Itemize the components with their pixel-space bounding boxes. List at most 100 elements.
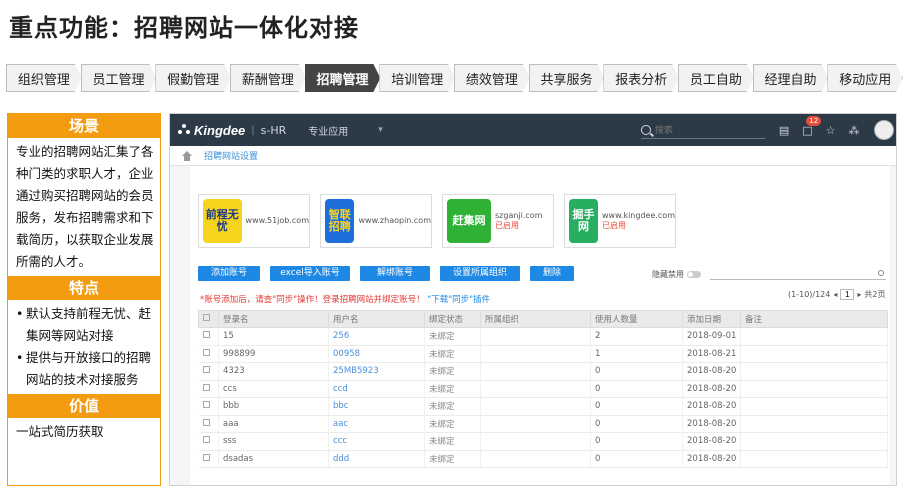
tab-module[interactable]: 假勤管理 [155, 64, 231, 92]
cell-date: 2018-08-20 [682, 397, 741, 416]
site-meta: szganji.com 已启用 [495, 211, 543, 231]
feature-item: 默认支持前程无忧、赶集网等网站对接 [16, 303, 154, 347]
recruit-site-card[interactable]: 智联招聘 www.zhaopin.com [320, 194, 432, 248]
row-select[interactable] [198, 345, 219, 363]
cell-user[interactable]: 25MB5923 [328, 362, 425, 381]
tab-module[interactable]: 经理自助 [753, 64, 829, 92]
kingdee-logo[interactable]: Kingdee | s-HR [178, 123, 286, 138]
site-logo: 前程无忧 [203, 199, 242, 243]
tab-module[interactable]: 员工自助 [678, 64, 754, 92]
cell-user[interactable]: ccd [328, 380, 425, 398]
cell-remark [740, 345, 888, 363]
col-login[interactable]: 登录名 [218, 310, 329, 328]
breadcrumb-item[interactable]: 招聘网站设置 [204, 149, 258, 162]
excel-import-button[interactable]: excel导入账号 [270, 266, 350, 281]
page-number-input[interactable] [840, 289, 855, 300]
table-row[interactable]: 998899 00958 未绑定 1 2018-08-21 [198, 345, 888, 363]
avatar[interactable] [873, 120, 894, 140]
recruit-site-card[interactable]: 前程无忧 www.51job.com [198, 194, 310, 248]
select-all-header[interactable] [198, 310, 219, 328]
app-screenshot: Kingdee | s-HR 专业应用 ▾ ▤ □12 ☆ ⁂ 招聘网站设置 前… [169, 113, 897, 486]
tab-module[interactable]: 员工管理 [81, 64, 157, 92]
grid-icon[interactable]: ▤ [779, 124, 789, 137]
table-row[interactable]: aaa aac 未绑定 0 2018-08-20 [198, 415, 888, 433]
cell-user[interactable]: 00958 [328, 345, 425, 363]
recruit-site-card[interactable]: 赶集网 szganji.com 已启用 [442, 194, 554, 248]
unbind-account-button[interactable]: 解绑账号 [360, 266, 430, 281]
cell-remark [740, 450, 888, 468]
tab-module[interactable]: 报表分析 [603, 64, 679, 92]
select-all-checkbox[interactable] [203, 314, 210, 321]
bell-icon[interactable]: □ 12 [802, 115, 822, 137]
tab-module[interactable]: 培训管理 [379, 64, 455, 92]
prev-page-icon[interactable]: ◂ [833, 290, 837, 299]
table-row[interactable]: bbb bbc 未绑定 0 2018-08-20 [198, 397, 888, 416]
col-org[interactable]: 所属组织 [480, 310, 591, 328]
tab-module[interactable]: 薪酬管理 [230, 64, 306, 92]
col-status[interactable]: 绑定状态 [424, 310, 481, 328]
page-title: 重点功能：招聘网站一体化对接 [9, 14, 359, 42]
search-input[interactable] [654, 124, 755, 135]
hide-disabled-toggle[interactable]: 隐藏禁用 [652, 269, 701, 280]
table-row[interactable]: dsadas ddd 未绑定 0 2018-08-20 [198, 450, 888, 468]
row-select[interactable] [198, 327, 219, 346]
app-menu[interactable]: 专业应用 [308, 123, 348, 138]
table-row[interactable]: ccs ccd 未绑定 0 2018-08-20 [198, 380, 888, 398]
apps-icon[interactable]: ⁂ [849, 124, 860, 137]
row-checkbox[interactable] [202, 453, 210, 461]
cell-date: 2018-09-01 [682, 327, 741, 346]
recruit-site-card[interactable]: 掘手网 www.kingdee.com 已启用 [564, 194, 676, 248]
next-page-icon[interactable]: ▸ [857, 290, 861, 299]
col-date[interactable]: 添加日期 [682, 310, 741, 328]
col-remark[interactable]: 备注 [740, 310, 888, 328]
cell-status: 未绑定 [424, 380, 481, 398]
cell-count: 1 [590, 345, 683, 363]
row-checkbox[interactable] [202, 418, 210, 426]
cell-user[interactable]: bbc [328, 397, 425, 416]
toggle-switch[interactable] [687, 271, 701, 278]
feature-list: 默认支持前程无忧、赶集网等网站对接 提供与开放接口的招聘网站的技术对接服务 [16, 303, 154, 391]
tab-module[interactable]: 招聘管理 [305, 64, 381, 92]
search-icon[interactable] [878, 270, 884, 276]
row-checkbox[interactable] [202, 401, 210, 409]
page-total: 共2页 [864, 290, 886, 299]
download-plugin-link[interactable]: "下载"同步"插件 [427, 295, 490, 305]
cell-user[interactable]: aac [328, 415, 425, 433]
cell-user[interactable]: ddd [328, 450, 425, 468]
cell-status: 未绑定 [424, 415, 481, 433]
row-select[interactable] [198, 362, 219, 381]
home-icon[interactable] [182, 150, 192, 161]
cell-user[interactable]: 256 [328, 327, 425, 346]
row-select[interactable] [198, 415, 219, 433]
row-select[interactable] [198, 397, 219, 416]
row-select[interactable] [198, 450, 219, 468]
row-checkbox[interactable] [202, 348, 210, 356]
cell-status: 未绑定 [424, 397, 481, 416]
tab-module[interactable]: 绩效管理 [454, 64, 530, 92]
star-icon[interactable]: ☆ [826, 124, 836, 137]
row-checkbox[interactable] [202, 366, 210, 374]
tab-module[interactable]: 共享服务 [529, 64, 605, 92]
table-row[interactable]: 15 256 未绑定 2 2018-09-01 [198, 327, 888, 346]
row-checkbox[interactable] [202, 436, 210, 444]
set-org-button[interactable]: 设置所属组织 [440, 266, 520, 281]
add-account-button[interactable]: 添加账号 [198, 266, 260, 281]
cell-login: aaa [218, 415, 329, 433]
row-select[interactable] [198, 432, 219, 451]
col-user[interactable]: 用户名 [328, 310, 425, 328]
feature-list-container: 默认支持前程无忧、赶集网等网站对接 提供与开放接口的招聘网站的技术对接服务 [8, 300, 160, 394]
row-select[interactable] [198, 380, 219, 398]
search-icon[interactable] [640, 124, 651, 135]
cell-user[interactable]: ccc [328, 432, 425, 451]
table-row[interactable]: sss ccc 未绑定 0 2018-08-20 [198, 432, 888, 451]
chevron-down-icon[interactable]: ▾ [378, 125, 383, 135]
cell-remark [740, 327, 888, 346]
col-count[interactable]: 使用人数量 [590, 310, 683, 328]
table-row[interactable]: 4323 25MB5923 未绑定 0 2018-08-20 [198, 362, 888, 381]
row-checkbox[interactable] [202, 383, 210, 391]
row-checkbox[interactable] [202, 331, 210, 339]
tab-module[interactable]: 移动应用 [827, 64, 903, 92]
delete-button[interactable]: 删除 [530, 266, 574, 281]
filter-input[interactable] [710, 268, 886, 280]
tab-module[interactable]: 组织管理 [6, 64, 82, 92]
